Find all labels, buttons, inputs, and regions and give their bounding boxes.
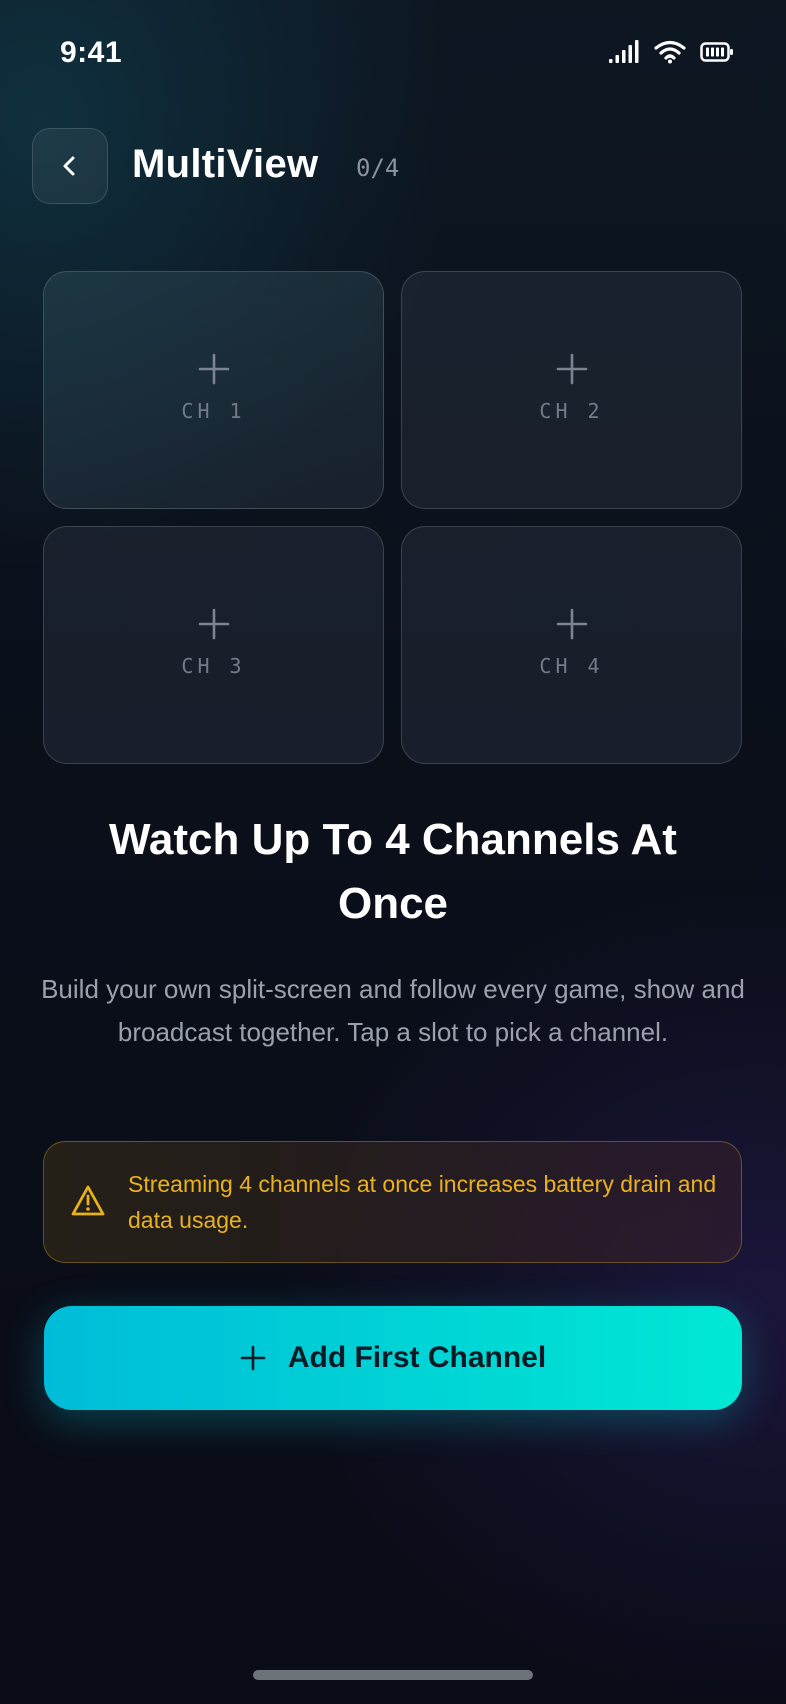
slot-label: CH 2 <box>539 399 604 423</box>
description: Build your own split-screen and follow e… <box>41 974 745 1047</box>
plus-icon <box>198 353 229 385</box>
slot-counter: 0/4 <box>356 154 400 182</box>
status-bar: 9:41 <box>0 0 786 110</box>
status-icons <box>608 40 734 64</box>
multiview-screen: 9:41 MultiView 0/4 CH 1 CH 2 CH 3 CH 4 W… <box>0 0 786 1704</box>
channel-slot-1[interactable]: CH 1 <box>43 271 384 509</box>
warning-text: Streaming 4 channels at once increases b… <box>128 1171 717 1233</box>
home-indicator[interactable] <box>253 1670 533 1680</box>
slot-label: CH 3 <box>181 654 246 678</box>
channel-slot-4[interactable]: CH 4 <box>401 526 742 764</box>
page-title: MultiView <box>132 142 319 186</box>
plus-icon <box>240 1345 266 1371</box>
warning-banner: Streaming 4 channels at once increases b… <box>43 1141 742 1263</box>
headline: Watch Up To 4 Channels At Once <box>109 815 677 928</box>
add-first-channel-label: Add First Channel <box>287 1341 547 1374</box>
slot-label: CH 1 <box>181 399 246 423</box>
plus-icon <box>556 353 587 385</box>
battery-icon <box>700 42 733 62</box>
channel-slot-2[interactable]: CH 2 <box>401 271 742 509</box>
slot-label: CH 4 <box>539 654 604 678</box>
status-time: 9:41 <box>60 36 123 69</box>
channel-slot-3[interactable]: CH 3 <box>43 526 384 764</box>
chevron-left-icon <box>63 156 75 176</box>
channel-slot-grid: CH 1 CH 2 CH 3 CH 4 <box>43 271 743 764</box>
back-button[interactable] <box>32 128 108 204</box>
warning-triangle-icon <box>71 1185 105 1216</box>
cellular-signal-icon <box>609 40 639 63</box>
add-first-channel-button[interactable]: Add First Channel <box>44 1306 742 1410</box>
plus-icon <box>556 608 587 640</box>
plus-icon <box>198 608 229 640</box>
wifi-icon <box>654 40 686 64</box>
